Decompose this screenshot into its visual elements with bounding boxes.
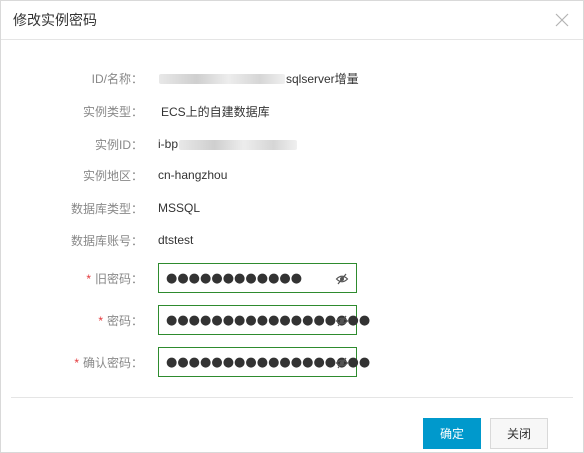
- value-instance-id: i-bp: [158, 137, 298, 151]
- required-mark: *: [98, 313, 103, 328]
- row-region: 实例地区： cn-hangzhou: [1, 165, 583, 185]
- row-old-password: * 旧密码： ●●●●●●●●●●●●: [1, 262, 583, 294]
- label-new-password-text: 密码：: [106, 313, 143, 328]
- footer-divider: [11, 397, 573, 398]
- value-db-type: MSSQL: [158, 201, 201, 215]
- old-password-input[interactable]: ●●●●●●●●●●●●: [158, 263, 357, 293]
- change-password-dialog: 修改实例密码 ID/名称： sqlserver增量 实例类型： ECS上的自建数…: [0, 0, 584, 453]
- close-icon[interactable]: [553, 11, 571, 29]
- label-db-type: 数据库类型：: [70, 201, 143, 216]
- required-mark: *: [86, 271, 91, 286]
- new-password-input[interactable]: ●●●●●●●●●●●●●●●●●●: [158, 305, 370, 335]
- redacted-block: [159, 74, 285, 85]
- value-db-account: dtstest: [158, 233, 194, 247]
- required-mark: *: [74, 355, 79, 370]
- value-instance-id-text: i-bp: [158, 137, 179, 151]
- row-instance-type: 实例类型： ECS上的自建数据库: [1, 101, 583, 121]
- label-instance-type: 实例类型：: [82, 104, 143, 119]
- row-db-type: 数据库类型： MSSQL: [1, 198, 583, 218]
- dialog-title: 修改实例密码: [13, 12, 97, 28]
- row-id-name: ID/名称： sqlserver增量: [1, 68, 583, 88]
- value-id-name: sqlserver增量: [158, 70, 359, 87]
- row-new-password: * 密码： ●●●●●●●●●●●●●●●●●●: [1, 304, 583, 336]
- close-button[interactable]: 关闭: [490, 418, 548, 449]
- dialog-header: 修改实例密码: [1, 1, 583, 40]
- label-db-account: 数据库账号：: [70, 233, 143, 248]
- row-confirm-password: * 确认密码： ●●●●●●●●●●●●●●●●●●: [1, 346, 583, 378]
- value-instance-type: ECS上的自建数据库: [161, 104, 270, 119]
- old-password-value: ●●●●●●●●●●●●: [166, 270, 303, 286]
- eye-slash-icon[interactable]: [335, 314, 349, 328]
- label-confirm-password: * 确认密码：: [1, 354, 143, 371]
- confirm-password-input[interactable]: ●●●●●●●●●●●●●●●●●●: [158, 347, 370, 377]
- label-region: 实例地区：: [82, 168, 143, 183]
- eye-slash-icon[interactable]: [335, 272, 349, 286]
- eye-slash-icon[interactable]: [335, 356, 349, 370]
- label-old-password-text: 旧密码：: [94, 271, 143, 286]
- redacted-block: [179, 139, 298, 150]
- confirm-button[interactable]: 确定: [423, 418, 481, 449]
- row-db-account: 数据库账号： dtstest: [1, 230, 583, 250]
- label-confirm-password-text: 确认密码：: [82, 355, 143, 370]
- value-id-name-text: sqlserver增量: [286, 71, 359, 86]
- value-region: cn-hangzhou: [158, 168, 228, 182]
- label-instance-id: 实例ID：: [94, 137, 143, 152]
- label-new-password: * 密码：: [1, 312, 143, 329]
- label-old-password: * 旧密码：: [1, 270, 143, 287]
- label-id-name: ID/名称：: [91, 71, 143, 86]
- row-instance-id: 实例ID： i-bp: [1, 134, 583, 154]
